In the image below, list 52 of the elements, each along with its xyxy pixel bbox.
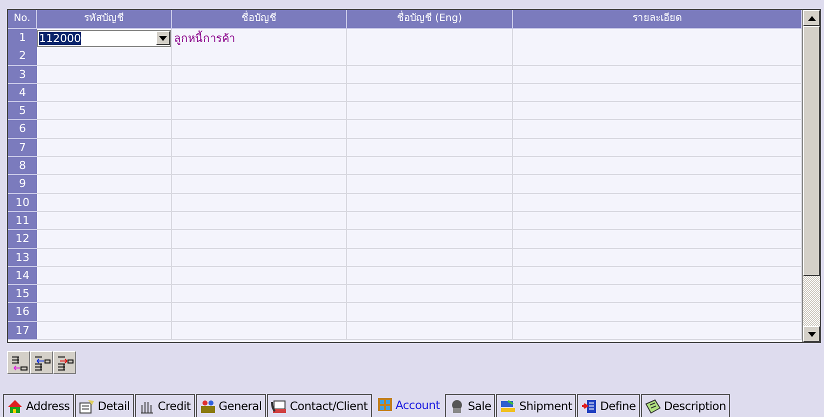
up-arrow-icon: [808, 16, 816, 20]
tab[interactable]: Credit: [134, 394, 195, 417]
row-number: 3: [8, 66, 37, 84]
row-number: 4: [8, 84, 37, 102]
row-number: 14: [8, 266, 37, 286]
tab[interactable]: Contact/Client: [266, 394, 372, 417]
scroll-up-button[interactable]: [803, 10, 820, 26]
delete-row-icon[interactable]: [53, 351, 76, 374]
row-number: 12: [8, 230, 37, 249]
column-header: ชื่อบัญชี: [172, 10, 347, 29]
tab-icon: [376, 397, 393, 412]
row-number: 10: [8, 194, 37, 212]
scroll-down-button[interactable]: [803, 326, 820, 342]
tab-icon: [78, 398, 95, 414]
row-number: 9: [8, 175, 37, 194]
tab[interactable]: Shipment: [496, 394, 576, 417]
tab-icon: [644, 398, 661, 414]
column-header: รหัสบัญชี: [37, 10, 172, 29]
row-number: 1: [8, 29, 37, 48]
scrollbar[interactable]: [802, 10, 820, 342]
row-number: 13: [8, 248, 37, 267]
row-number: 15: [8, 285, 37, 304]
tab[interactable]: Sale: [444, 394, 496, 417]
tab[interactable]: Detail: [74, 394, 134, 417]
caret-icon: [159, 36, 167, 40]
row-number: 16: [8, 303, 37, 322]
row-number: 11: [8, 212, 37, 230]
column-header: ชื่อบัญชี (Eng): [347, 10, 513, 29]
row-number: 2: [8, 47, 37, 66]
tab-icon: [581, 398, 598, 414]
insert-row-icon[interactable]: [30, 351, 53, 374]
tab-icon: [7, 398, 23, 414]
row-number: 5: [8, 102, 37, 120]
row-number: 7: [8, 138, 37, 158]
column-header: รายละเอียด: [513, 10, 802, 29]
dropdown-button[interactable]: [156, 31, 170, 45]
tab[interactable]: General: [196, 394, 266, 417]
column-header: No.: [8, 10, 37, 29]
tab[interactable]: Description: [640, 394, 730, 417]
tab-icon: [270, 398, 287, 414]
account-code-combo[interactable]: 112000: [37, 30, 171, 46]
row-number: 6: [8, 120, 37, 139]
tab[interactable]: Address: [3, 394, 74, 417]
row-number: 8: [8, 157, 37, 176]
scroll-thumb[interactable]: [803, 26, 820, 276]
tab-icon: [200, 398, 216, 414]
table-cell: ลูกหนี้การค้า: [172, 29, 347, 48]
tab[interactable]: Define: [577, 394, 640, 417]
tab-icon: [500, 398, 516, 414]
row-number: 17: [8, 322, 37, 340]
insert-row-icon[interactable]: [7, 351, 30, 374]
down-arrow-icon: [808, 332, 816, 336]
